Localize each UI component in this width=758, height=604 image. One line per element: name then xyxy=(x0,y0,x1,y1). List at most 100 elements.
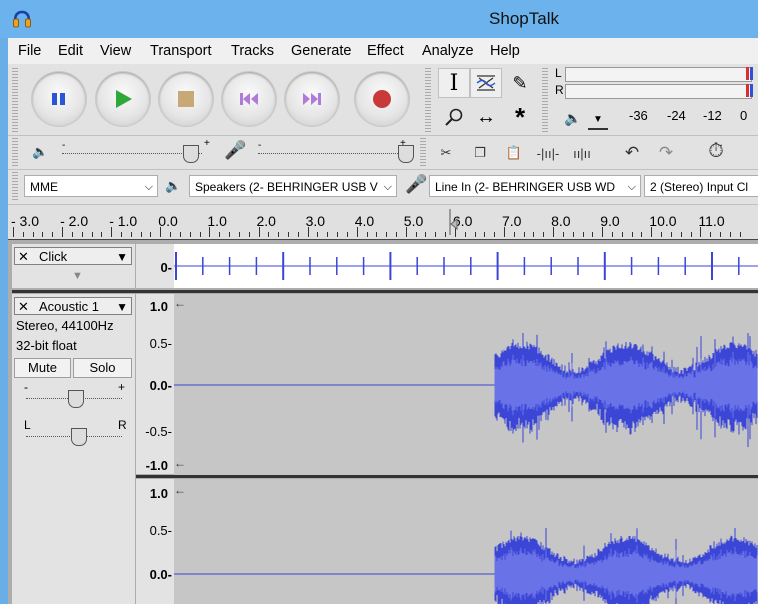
pause-button[interactable] xyxy=(32,72,86,126)
ruler-tick xyxy=(13,227,14,237)
pan-slider-thumb[interactable] xyxy=(71,428,87,446)
speaker-icon: 🔈 xyxy=(165,178,182,193)
toolbar-grip[interactable] xyxy=(542,68,548,132)
toolbar-divider xyxy=(8,169,758,170)
menu-transport[interactable]: Transport xyxy=(150,43,212,59)
trim-audio-button[interactable]: -|ıı|- xyxy=(534,140,562,166)
recording-device-select[interactable]: Line In (2- BEHRINGER USB WD ⌵ xyxy=(429,175,641,197)
ruler-tick xyxy=(494,232,496,237)
undo-button[interactable]: ↶ xyxy=(618,140,646,166)
skip-start-icon xyxy=(240,93,258,105)
redo-button[interactable]: ↷ xyxy=(652,140,680,166)
channel-separator xyxy=(136,475,758,478)
recording-channels-value: 2 (Stereo) Input Cl xyxy=(650,180,749,194)
menu-generate[interactable]: Generate xyxy=(291,43,351,59)
ruler-tick xyxy=(425,232,427,237)
audio-host-select[interactable]: MME ⌵ xyxy=(24,175,158,197)
close-icon[interactable]: ✕ xyxy=(18,248,29,266)
menu-effect[interactable]: Effect xyxy=(367,43,404,59)
meter-left-label: L xyxy=(555,66,562,80)
meter-peak-left xyxy=(750,67,753,80)
stop-icon xyxy=(178,91,194,107)
ruler-tick xyxy=(278,232,280,237)
menu-analyze[interactable]: Analyze xyxy=(422,43,474,59)
acoustic-ch1-waveform[interactable] xyxy=(174,294,758,475)
toolbar-grip[interactable] xyxy=(425,68,431,132)
ruler-tick xyxy=(150,232,152,237)
ibeam-icon: I xyxy=(449,70,459,96)
close-icon[interactable]: ✕ xyxy=(18,298,29,316)
ruler-tick xyxy=(327,232,329,237)
mute-button[interactable]: Mute xyxy=(14,358,71,378)
toolbar-grip[interactable] xyxy=(12,68,18,132)
ruler-tick xyxy=(612,232,614,237)
ruler-tick xyxy=(582,232,584,237)
ruler-tick xyxy=(22,232,24,237)
play-button[interactable] xyxy=(96,72,150,126)
playback-volume-slider[interactable] xyxy=(62,153,202,154)
playhead-marker-icon[interactable] xyxy=(448,209,458,235)
recording-channels-select[interactable]: 2 (Stereo) Input Cl xyxy=(644,175,758,197)
playback-device-select[interactable]: Speakers (2- BEHRINGER USB V ⌵ xyxy=(189,175,397,197)
record-icon xyxy=(373,90,391,108)
click-track-header[interactable]: ✕ Click ▼ xyxy=(14,247,132,265)
paste-button[interactable]: 📋 xyxy=(500,140,528,166)
ruler-tick xyxy=(435,232,437,237)
zoom-tool-button[interactable] xyxy=(438,102,470,132)
ruler-tick xyxy=(680,232,682,237)
triangle-down-icon[interactable]: ▼ xyxy=(116,298,128,316)
playback-volume-thumb[interactable] xyxy=(183,145,199,163)
envelope-tool-button[interactable] xyxy=(470,68,502,98)
meter-dropdown[interactable]: ▼ xyxy=(588,108,608,130)
ruler-tick xyxy=(484,232,486,237)
skip-to-start-button[interactable] xyxy=(222,72,276,126)
menu-edit[interactable]: Edit xyxy=(58,43,83,59)
ruler-tick xyxy=(651,227,653,237)
ruler-tick xyxy=(140,232,142,237)
play-icon xyxy=(116,90,132,108)
timeline-ruler[interactable]: - 3.0- 2.0- 1.0 0.0 1.0 2.0 3.0 4.0 5.0 6.0 7.0 8… xyxy=(8,204,758,241)
toolbar-grip[interactable] xyxy=(420,138,426,166)
ruler-tick xyxy=(199,232,201,237)
acoustic-track-header[interactable]: ✕ Acoustic 1 ▼ xyxy=(14,297,132,315)
time-shift-tool-button[interactable]: ↔ xyxy=(470,102,502,132)
draw-tool-button[interactable]: ✎ xyxy=(504,68,536,98)
solo-button[interactable]: Solo xyxy=(73,358,132,378)
toolbar-grip[interactable] xyxy=(12,172,18,200)
skip-to-end-button[interactable] xyxy=(285,72,339,126)
collapse-icon[interactable]: ▼ xyxy=(72,270,83,282)
arrow-left-icon: ← xyxy=(174,483,186,497)
copy-icon: ❐ xyxy=(474,145,486,160)
redo-icon: ↷ xyxy=(658,143,674,162)
toolbar-grip[interactable] xyxy=(12,138,18,166)
menu-file[interactable]: File xyxy=(18,43,41,59)
menu-bar: File Edit View Transport Tracks Generate… xyxy=(8,38,758,65)
menu-view[interactable]: View xyxy=(100,43,131,59)
ruler-tick xyxy=(641,232,643,237)
stop-button[interactable] xyxy=(159,72,213,126)
ruler-tick xyxy=(287,232,289,237)
record-button[interactable] xyxy=(355,72,409,126)
meter-tick: -36 xyxy=(629,108,648,123)
ruler-tick xyxy=(258,227,260,237)
ruler-tick xyxy=(356,227,358,237)
menu-help[interactable]: Help xyxy=(490,43,520,59)
ruler-tick xyxy=(32,232,34,237)
waveform-ch1 xyxy=(174,333,758,448)
ruler-tick xyxy=(729,232,731,237)
menu-tracks[interactable]: Tracks xyxy=(231,43,274,59)
meter-right-label: R xyxy=(555,83,564,97)
triangle-down-icon[interactable]: ▼ xyxy=(116,248,128,266)
click-track-wave[interactable] xyxy=(174,244,758,288)
waveform-ch2 xyxy=(174,528,758,604)
silence-audio-button[interactable]: ıı|ıı xyxy=(568,140,596,166)
microphone-icon: 🎤 xyxy=(224,140,247,160)
sync-lock-button[interactable]: ⏱ xyxy=(702,138,730,164)
recording-volume-slider[interactable] xyxy=(258,153,408,154)
copy-button[interactable]: ❐ xyxy=(466,140,494,166)
gain-slider-thumb[interactable] xyxy=(68,390,84,408)
selection-tool-button[interactable]: I xyxy=(438,68,470,98)
multi-tool-button[interactable]: * xyxy=(504,102,536,132)
acoustic-ch2-waveform[interactable] xyxy=(174,479,758,604)
cut-button[interactable]: ✂ xyxy=(432,140,460,166)
